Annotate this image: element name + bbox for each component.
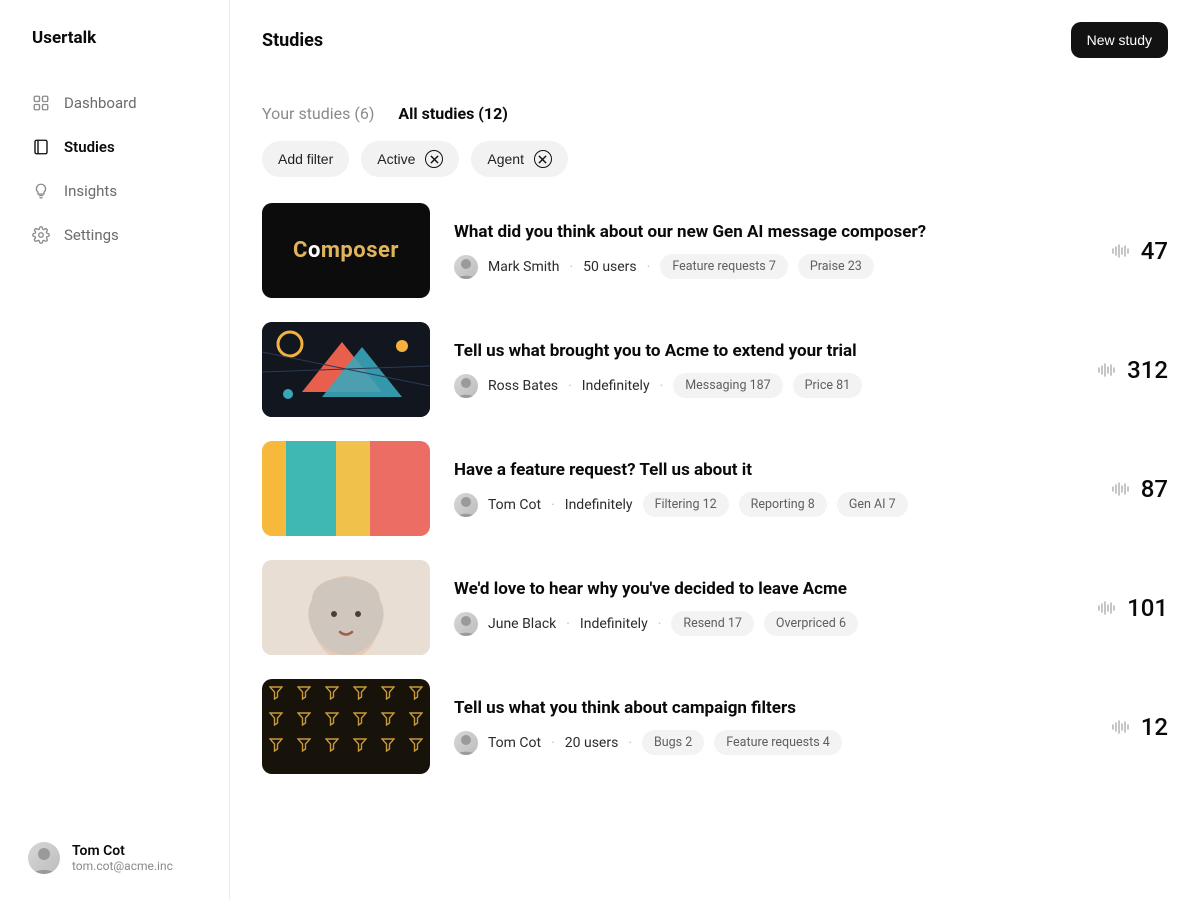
study-author: June Black — [488, 616, 556, 632]
sidebar-item-label: Studies — [64, 138, 115, 156]
response-count: 12 — [1141, 713, 1168, 741]
tag-pill[interactable]: Overpriced 6 — [764, 611, 858, 636]
separator-dot: · — [551, 735, 555, 751]
study-thumbnail — [262, 322, 430, 417]
brand-logo: Usertalk — [20, 28, 209, 48]
separator-dot: · — [660, 378, 664, 394]
gear-icon — [32, 226, 50, 244]
study-thumbnail — [262, 560, 430, 655]
study-row[interactable]: Composer What did you think about our ne… — [262, 203, 1168, 298]
study-row[interactable]: Tell us what brought you to Acme to exte… — [262, 322, 1168, 417]
response-count: 101 — [1127, 594, 1168, 622]
sidebar: Usertalk Dashboard Studies — [0, 0, 230, 900]
separator-dot: · — [551, 497, 555, 513]
study-author: Tom Cot — [488, 735, 541, 751]
tag-pill[interactable]: Praise 23 — [798, 254, 874, 279]
study-audience: 50 users — [583, 259, 637, 275]
study-author: Ross Bates — [488, 378, 558, 394]
tag-pill[interactable]: Reporting 8 — [739, 492, 827, 517]
sidebar-item-studies[interactable]: Studies — [20, 128, 209, 166]
separator-dot: · — [647, 259, 651, 275]
sidebar-nav: Dashboard Studies Insights — [20, 84, 209, 254]
responses-icon — [1111, 243, 1129, 259]
study-audience: Indefinitely — [582, 378, 650, 394]
studies-list: Composer What did you think about our ne… — [262, 203, 1168, 774]
studies-icon — [32, 138, 50, 156]
study-audience: Indefinitely — [580, 616, 648, 632]
tag-pill[interactable]: Feature requests 4 — [714, 730, 842, 755]
tag-pill[interactable]: Gen AI 7 — [837, 492, 908, 517]
sidebar-item-insights[interactable]: Insights — [20, 172, 209, 210]
page-header: Studies New study — [230, 0, 1200, 80]
study-row[interactable]: Have a feature request? Tell us about it… — [262, 441, 1168, 536]
sidebar-item-label: Dashboard — [64, 94, 137, 112]
page-title: Studies — [262, 30, 323, 51]
response-count: 87 — [1141, 475, 1168, 503]
separator-dot: · — [628, 735, 632, 751]
study-title: What did you think about our new Gen AI … — [454, 222, 1075, 242]
study-thumbnail — [262, 679, 430, 774]
separator-dot: · — [568, 378, 572, 394]
sidebar-item-dashboard[interactable]: Dashboard — [20, 84, 209, 122]
responses-icon — [1097, 600, 1115, 616]
response-count: 312 — [1127, 356, 1168, 384]
tag-pill[interactable]: Bugs 2 — [642, 730, 704, 755]
filter-chip-label: Agent — [487, 151, 524, 167]
avatar — [454, 612, 478, 636]
separator-dot: · — [569, 259, 573, 275]
study-title: Tell us what you think about campaign fi… — [454, 698, 1075, 718]
tab-all-studies[interactable]: All studies (12) — [398, 104, 507, 123]
responses-icon — [1111, 481, 1129, 497]
dashboard-icon — [32, 94, 50, 112]
study-title: We'd love to hear why you've decided to … — [454, 579, 1061, 599]
tag-pill[interactable]: Feature requests 7 — [660, 254, 788, 279]
main-area: Studies New study Your studies (6) All s… — [230, 0, 1200, 900]
close-icon[interactable] — [425, 150, 443, 168]
study-tabs: Your studies (6) All studies (12) — [262, 104, 1168, 123]
study-thumbnail — [262, 441, 430, 536]
avatar — [454, 374, 478, 398]
study-thumbnail: Composer — [262, 203, 430, 298]
separator-dot: · — [658, 616, 662, 632]
tag-pill[interactable]: Filtering 12 — [643, 492, 729, 517]
study-audience: 20 users — [565, 735, 619, 751]
study-row[interactable]: We'd love to hear why you've decided to … — [262, 560, 1168, 655]
study-author: Tom Cot — [488, 497, 541, 513]
filter-chip-active[interactable]: Active — [361, 141, 459, 177]
filter-chip-agent[interactable]: Agent — [471, 141, 568, 177]
current-user-card[interactable]: Tom Cot tom.cot@acme.inc — [20, 842, 209, 880]
tag-pill[interactable]: Price 81 — [793, 373, 862, 398]
responses-icon — [1111, 719, 1129, 735]
responses-icon — [1097, 362, 1115, 378]
avatar — [454, 255, 478, 279]
tag-pill[interactable]: Resend 17 — [671, 611, 754, 636]
filter-bar: Add filter Active Agent — [262, 141, 1168, 177]
insights-icon — [32, 182, 50, 200]
sidebar-item-label: Insights — [64, 182, 117, 200]
page-content: Your studies (6) All studies (12) Add fi… — [230, 80, 1200, 798]
tab-your-studies[interactable]: Your studies (6) — [262, 104, 374, 123]
filter-chip-label: Active — [377, 151, 415, 167]
avatar — [28, 842, 60, 874]
new-study-button[interactable]: New study — [1071, 22, 1168, 58]
sidebar-item-label: Settings — [64, 226, 119, 244]
avatar — [454, 731, 478, 755]
study-author: Mark Smith — [488, 259, 559, 275]
separator-dot: · — [566, 616, 570, 632]
add-filter-button[interactable]: Add filter — [262, 141, 349, 177]
study-audience: Indefinitely — [565, 497, 633, 513]
response-count: 47 — [1141, 237, 1168, 265]
sidebar-item-settings[interactable]: Settings — [20, 216, 209, 254]
close-icon[interactable] — [534, 150, 552, 168]
tag-pill[interactable]: Messaging 187 — [673, 373, 782, 398]
user-name: Tom Cot — [72, 843, 173, 859]
study-title: Have a feature request? Tell us about it — [454, 460, 1075, 480]
study-title: Tell us what brought you to Acme to exte… — [454, 341, 1061, 361]
study-row[interactable]: Tell us what you think about campaign fi… — [262, 679, 1168, 774]
avatar — [454, 493, 478, 517]
user-email: tom.cot@acme.inc — [72, 859, 173, 873]
